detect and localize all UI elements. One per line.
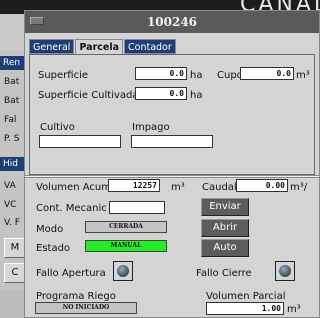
- fallo-cierre-label: Fallo Cierre: [196, 268, 252, 279]
- volumen-parcial-unit: m³: [287, 304, 301, 315]
- fallo-cierre-indicator-icon: [275, 261, 295, 281]
- modo-status: CERRADA: [85, 221, 167, 233]
- tab-parcela[interactable]: Parcela: [75, 39, 123, 55]
- background-button[interactable]: C: [4, 263, 26, 283]
- background-button[interactable]: M: [4, 238, 26, 258]
- volumen-parcial-label: Volumen Parcial: [206, 291, 286, 302]
- programa-riego-label: Programa Riego: [36, 291, 116, 302]
- caudal-unit: m³/: [290, 182, 308, 193]
- impago-label: Impago: [132, 122, 170, 133]
- dialog-title-bar[interactable]: 100246: [25, 11, 319, 33]
- superficie-cultivada-field[interactable]: 0.0: [135, 87, 187, 100]
- cupo-field[interactable]: 0.0: [240, 67, 294, 80]
- cupo-label: Cupo: [217, 70, 243, 81]
- programa-riego-status: NO INICIADO: [35, 302, 137, 314]
- contador-mecanico-label: Cont. Mecanico: [36, 203, 106, 214]
- tab-contador[interactable]: Contador: [124, 39, 176, 54]
- superficie-field[interactable]: 0.0: [135, 67, 187, 80]
- volumen-parcial-field: 1.00: [206, 302, 284, 315]
- auto-button[interactable]: Auto: [201, 239, 249, 257]
- volumen-acumulado-field: 12257: [108, 179, 160, 192]
- dialog-title: 100246: [146, 15, 198, 29]
- estado-label: Estado: [36, 243, 71, 254]
- caudal-field: 0.00: [236, 179, 288, 192]
- cultivo-label: Cultivo: [40, 122, 75, 133]
- fallo-apertura-indicator-icon: [113, 261, 133, 281]
- volumen-acumulado-unit: m³: [171, 182, 185, 193]
- impago-field[interactable]: [131, 135, 213, 148]
- volumen-acumulado-label: Volumen Acum: [36, 182, 111, 193]
- cultivo-field[interactable]: [39, 135, 121, 148]
- window-menu-button[interactable]: [30, 17, 44, 25]
- fallo-apertura-label: Fallo Apertura: [36, 268, 106, 279]
- parcela-tab-panel: Superficie 0.0 ha Cupo 0.0 m³ Superficie…: [29, 54, 315, 175]
- abrir-button[interactable]: Abrir: [201, 219, 249, 237]
- contador-mecanico-field[interactable]: [109, 201, 165, 214]
- modo-label: Modo: [36, 224, 64, 235]
- enviar-button[interactable]: Enviar: [201, 198, 249, 216]
- caudal-label: Caudal: [202, 182, 237, 193]
- estado-status: MANUAL: [85, 240, 167, 252]
- tab-general[interactable]: General: [29, 39, 75, 54]
- irrigation-point-dialog: 100246 General Parcela Contador Superfic…: [24, 10, 320, 318]
- section-divider: [25, 175, 319, 178]
- tab-bar: General Parcela Contador: [29, 39, 177, 55]
- superficie-unit: ha: [190, 70, 203, 81]
- superficie-cultivada-label: Superficie Cultivada: [38, 90, 135, 101]
- superficie-cultivada-unit: ha: [190, 90, 203, 101]
- superficie-label: Superficie: [38, 70, 89, 81]
- cupo-unit: m³: [296, 70, 310, 81]
